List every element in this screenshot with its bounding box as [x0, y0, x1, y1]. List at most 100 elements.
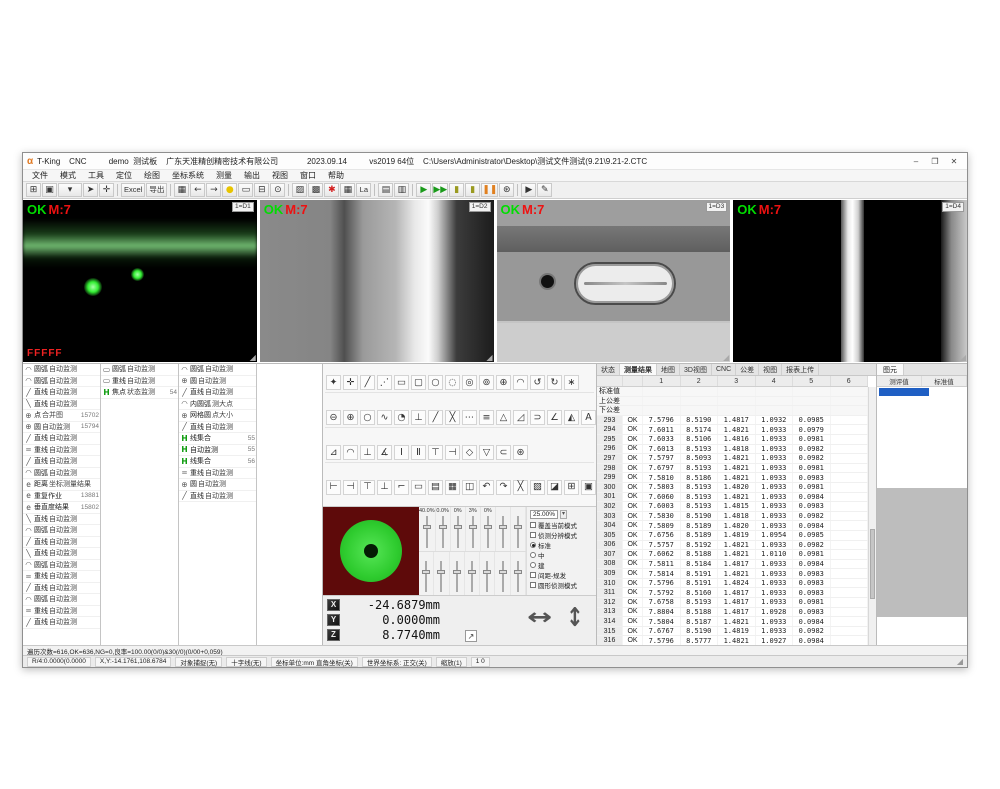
- feature-item[interactable]: ◠圆弧自动监测: [179, 364, 256, 376]
- menu-item-5[interactable]: 绘图: [138, 170, 166, 181]
- cone-tool-button[interactable]: ◭: [564, 410, 579, 425]
- point-set-tool-button[interactable]: ⋯: [462, 410, 477, 425]
- light-source-button[interactable]: ●: [222, 183, 237, 197]
- focus-star-button[interactable]: ✱: [324, 183, 339, 197]
- play-single-button[interactable]: ▶: [521, 183, 536, 197]
- text-tool-button[interactable]: A: [581, 410, 596, 425]
- table-tab-6[interactable]: 公差: [736, 364, 759, 375]
- edit-tool-button[interactable]: ✎: [537, 183, 552, 197]
- jog-vertical-icon[interactable]: ↕: [566, 603, 583, 633]
- result-row[interactable]: 313OK7.88048.51881.48171.09280.0983: [597, 608, 868, 618]
- feature-item[interactable]: ╲直线自动监测: [23, 399, 100, 411]
- table-tab-7[interactable]: 视图: [759, 364, 782, 375]
- result-row[interactable]: 308OK7.58118.51841.48171.09330.0984: [597, 560, 868, 570]
- slider-thumb[interactable]: [499, 570, 507, 574]
- corner-tool-button[interactable]: ⌐: [394, 480, 409, 495]
- feature-item[interactable]: ⊕网格圆点大小: [179, 410, 256, 422]
- datum-1-tool-button[interactable]: Ⅰ: [394, 445, 409, 460]
- result-row[interactable]: 311OK7.57928.51601.48171.09330.0983: [597, 588, 868, 598]
- diamond-tool-button[interactable]: ◇: [462, 445, 477, 460]
- feature-item[interactable]: ═重线自动监测: [179, 468, 256, 480]
- image-capture-button[interactable]: ▦: [174, 183, 189, 197]
- settings-gear-button[interactable]: ⊛: [499, 183, 514, 197]
- feature-item[interactable]: ═重线自动监测: [23, 606, 100, 618]
- status-segment-6[interactable]: 世界坐标系: 正交(关): [362, 657, 432, 667]
- menu-item-3[interactable]: 工具: [82, 170, 110, 181]
- status-segment-8[interactable]: 1 0: [471, 657, 490, 667]
- result-row[interactable]: 300OK7.58038.51931.48201.09330.0981: [597, 483, 868, 493]
- feature-item[interactable]: e重复作业13881: [23, 491, 100, 503]
- crosshair-target-view[interactable]: [323, 507, 419, 595]
- result-row[interactable]: 307OK7.60628.51881.48211.01100.0981: [597, 550, 868, 560]
- tolerance-row[interactable]: 标准值: [597, 387, 868, 397]
- menu-item-11[interactable]: 帮助: [322, 170, 350, 181]
- ring-tool-button[interactable]: ⊚: [479, 375, 494, 390]
- result-row[interactable]: 294OK7.60118.51741.48211.09330.0979: [597, 425, 868, 435]
- result-row[interactable]: 298OK7.67978.51931.48211.09330.0981: [597, 464, 868, 474]
- camera-view-2[interactable]: OK M:7 1=D2 ◢: [260, 200, 494, 362]
- angle-3pt-tool-button[interactable]: ∡: [377, 445, 392, 460]
- radio-icon[interactable]: [530, 552, 536, 558]
- arc-ccw-tool-button[interactable]: ↺: [530, 375, 545, 390]
- slot-tool-button[interactable]: ⊖: [326, 410, 341, 425]
- arc-tool-button[interactable]: ◠: [513, 375, 528, 390]
- camera-view-4[interactable]: OK M:7 1=D4 ◢: [733, 200, 967, 362]
- open-arc-tool-button[interactable]: ⊃: [530, 410, 545, 425]
- right-triangle-tool-button[interactable]: ◿: [513, 410, 528, 425]
- marker-a-button[interactable]: ▮: [449, 183, 464, 197]
- feature-item[interactable]: ╱直线自动监测: [23, 537, 100, 549]
- frame-tool-button[interactable]: ▭: [238, 183, 253, 197]
- status-segment-7[interactable]: 缩放(1): [436, 657, 467, 667]
- radio-icon[interactable]: [530, 542, 536, 548]
- resize-handle-icon[interactable]: ◢: [960, 353, 966, 362]
- feature-item[interactable]: ╲直线自动监测: [23, 548, 100, 560]
- feature-item[interactable]: ═重线自动监测: [23, 571, 100, 583]
- angle-tool-button[interactable]: ∠: [547, 410, 562, 425]
- slider-track[interactable]: [471, 561, 473, 593]
- result-row[interactable]: 310OK7.57968.51911.48241.09330.0983: [597, 579, 868, 589]
- table-tab-2[interactable]: 测量结果: [620, 364, 657, 375]
- feature-item[interactable]: ⊕圆自动监测15794: [23, 422, 100, 434]
- resize-handle-icon[interactable]: ◢: [250, 353, 256, 362]
- select-tool-button[interactable]: ✦: [326, 375, 341, 390]
- pause-program-button[interactable]: ❚❚: [481, 183, 498, 197]
- result-row[interactable]: 303OK7.58308.51901.48181.09330.0982: [597, 512, 868, 522]
- close-button[interactable]: ✕: [945, 155, 963, 167]
- checkbox-icon[interactable]: [530, 522, 536, 528]
- checkbox-icon[interactable]: [530, 572, 536, 578]
- result-row[interactable]: 296OK7.60138.51931.48181.09330.0982: [597, 445, 868, 455]
- align-left-tool-button[interactable]: ⊢: [326, 480, 341, 495]
- slider-thumb[interactable]: [514, 525, 522, 529]
- checkbox-icon[interactable]: [530, 582, 536, 588]
- crosshair-tool-button[interactable]: ✛: [99, 183, 114, 197]
- slider-track[interactable]: [440, 561, 442, 593]
- feature-item[interactable]: ◠圆弧自动监测: [23, 376, 100, 388]
- status-segment-4[interactable]: 十字线(无): [226, 657, 266, 667]
- scatter-tool-button[interactable]: ∗: [564, 375, 579, 390]
- checkbox-icon[interactable]: [530, 532, 536, 538]
- scrollbar-thumb[interactable]: [870, 529, 875, 599]
- pattern-box-button[interactable]: ▣: [42, 183, 57, 197]
- nav-right-button[interactable]: →: [206, 183, 221, 197]
- zero-axes-button[interactable]: ↗: [465, 630, 477, 642]
- profile-grid-button[interactable]: ⊞: [26, 183, 41, 197]
- slider-track[interactable]: [425, 561, 427, 593]
- slider-track[interactable]: [502, 561, 504, 593]
- hatch-tool-button[interactable]: ▧: [530, 480, 545, 495]
- t-joint-tool-button[interactable]: ⊤: [428, 445, 443, 460]
- feature-item[interactable]: ╱直线自动监测: [179, 387, 256, 399]
- datum-2-tool-button[interactable]: Ⅱ: [411, 445, 426, 460]
- concentric-tool-button[interactable]: ◎: [462, 375, 477, 390]
- detection-option-5[interactable]: 建: [530, 560, 593, 569]
- v-groove-tool-button[interactable]: ▽: [479, 445, 494, 460]
- result-row[interactable]: 297OK7.57978.50931.48211.09330.0982: [597, 454, 868, 464]
- target-tool-button[interactable]: ⊕: [496, 375, 511, 390]
- circle-tool-button[interactable]: ○: [428, 375, 443, 390]
- menu-item-10[interactable]: 窗口: [294, 170, 322, 181]
- feature-item[interactable]: e距离坐标测量结果: [23, 479, 100, 491]
- slider-track[interactable]: [487, 516, 489, 548]
- array-grid-button[interactable]: ▦: [340, 183, 355, 197]
- result-row[interactable]: 304OK7.58098.51891.48201.09330.0984: [597, 521, 868, 531]
- slider-track[interactable]: [517, 561, 519, 593]
- arc-cw-tool-button[interactable]: ↻: [547, 375, 562, 390]
